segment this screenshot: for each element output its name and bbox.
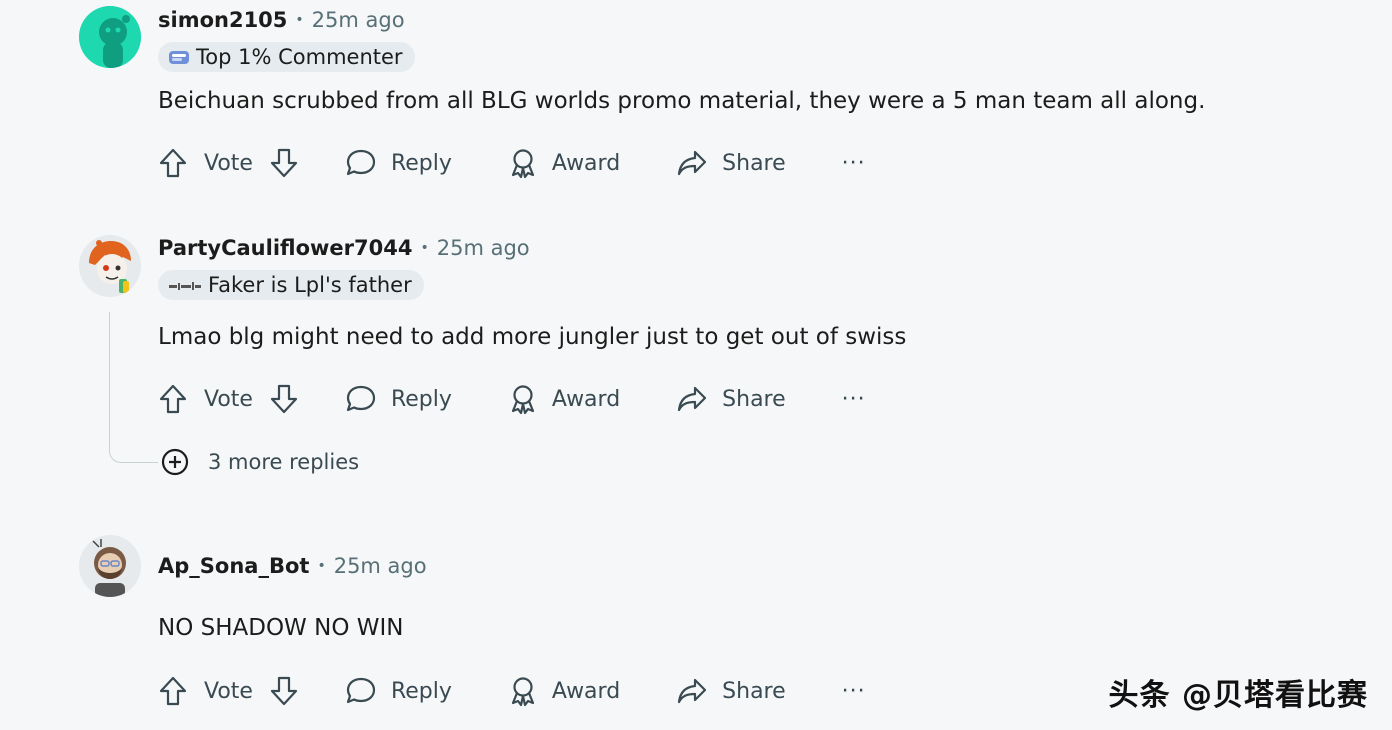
share-label: Share [722, 678, 786, 704]
speech-bubble-icon [346, 385, 376, 412]
username[interactable]: PartyCauliflower7044 [158, 236, 412, 260]
share-button[interactable]: Share [676, 384, 786, 414]
more-options-button[interactable]: ··· [842, 387, 866, 412]
comment-body: NO SHADOW NO WIN [158, 615, 404, 641]
reply-button[interactable]: Reply [345, 384, 452, 414]
comment-actions: Vote Reply Award Share ··· [158, 671, 866, 711]
reply-button[interactable]: Reply [345, 148, 452, 178]
award-label: Award [551, 386, 621, 412]
separator-dot: • [295, 12, 304, 28]
comment-body: Lmao blg might need to add more jungler … [158, 324, 907, 350]
username[interactable]: simon2105 [158, 8, 287, 32]
watermark: 头条 @贝塔看比赛 [1108, 678, 1368, 713]
timestamp[interactable]: 25m ago [437, 236, 530, 260]
award-label: Award [551, 678, 621, 704]
timestamp[interactable]: 25m ago [312, 8, 405, 32]
upvote-arrow-icon [159, 384, 187, 414]
comment-body: Beichuan scrubbed from all BLG worlds pr… [158, 88, 1206, 114]
award-medal-icon [511, 149, 535, 179]
thread-line[interactable] [109, 312, 158, 463]
comment-header: PartyCauliflower7044 • 25m ago [158, 236, 530, 260]
award-button[interactable]: Award [508, 383, 620, 415]
avatar[interactable] [79, 6, 141, 68]
more-options-button[interactable]: ··· [842, 679, 866, 704]
share-button[interactable]: Share [676, 676, 786, 706]
reply-button[interactable]: Reply [345, 676, 452, 706]
award-medal-icon [511, 677, 535, 707]
upvote-button[interactable] [158, 147, 188, 179]
share-arrow-icon [678, 678, 707, 704]
vote-count: Vote [204, 386, 253, 412]
award-medal-icon [511, 385, 535, 415]
bearded-avatar-icon [79, 535, 141, 597]
downvote-arrow-icon [270, 676, 298, 706]
snoo-avatar-icon [79, 6, 141, 68]
flair-emblem-icon [168, 278, 202, 292]
award-button[interactable]: Award [508, 147, 620, 179]
more-replies-button[interactable]: 3 more replies [160, 447, 359, 477]
downvote-button[interactable] [269, 675, 299, 707]
reply-label: Reply [390, 386, 452, 412]
avatar[interactable] [79, 235, 141, 297]
reply-label: Reply [390, 678, 452, 704]
downvote-arrow-icon [270, 384, 298, 414]
share-label: Share [722, 150, 786, 176]
downvote-arrow-icon [270, 148, 298, 178]
user-flair: Top 1% Commenter [158, 42, 415, 72]
vote-count: Vote [204, 150, 253, 176]
reply-label: Reply [390, 150, 452, 176]
upvote-arrow-icon [159, 148, 187, 178]
upvote-arrow-icon [159, 676, 187, 706]
comment-actions: Vote Reply Award Share ··· [158, 143, 866, 183]
cartoon-avatar-icon [79, 235, 141, 297]
downvote-button[interactable] [269, 147, 299, 179]
comment-header: simon2105 • 25m ago [158, 8, 405, 32]
plus-circle-icon [161, 448, 189, 476]
share-arrow-icon [678, 386, 707, 412]
timestamp[interactable]: 25m ago [334, 554, 427, 578]
comment-header: Ap_Sona_Bot • 25m ago [158, 554, 427, 578]
flair-label: Faker is Lpl's father [208, 273, 412, 297]
share-label: Share [722, 386, 786, 412]
share-button[interactable]: Share [676, 148, 786, 178]
comment-actions: Vote Reply Award Share ··· [158, 379, 866, 419]
speech-bubble-icon [346, 677, 376, 704]
upvote-button[interactable] [158, 675, 188, 707]
more-replies-label: 3 more replies [208, 450, 360, 474]
speech-bubble-icon [346, 149, 376, 176]
top-commenter-icon [168, 48, 190, 66]
upvote-button[interactable] [158, 383, 188, 415]
award-button[interactable]: Award [508, 675, 620, 707]
username[interactable]: Ap_Sona_Bot [158, 554, 309, 578]
award-label: Award [551, 150, 621, 176]
share-arrow-icon [678, 150, 707, 176]
separator-dot: • [317, 558, 326, 574]
downvote-button[interactable] [269, 383, 299, 415]
avatar[interactable] [79, 535, 141, 597]
user-flair: Faker is Lpl's father [158, 270, 424, 300]
separator-dot: • [420, 240, 429, 256]
vote-count: Vote [204, 678, 253, 704]
more-options-button[interactable]: ··· [842, 151, 866, 176]
flair-label: Top 1% Commenter [196, 45, 403, 69]
